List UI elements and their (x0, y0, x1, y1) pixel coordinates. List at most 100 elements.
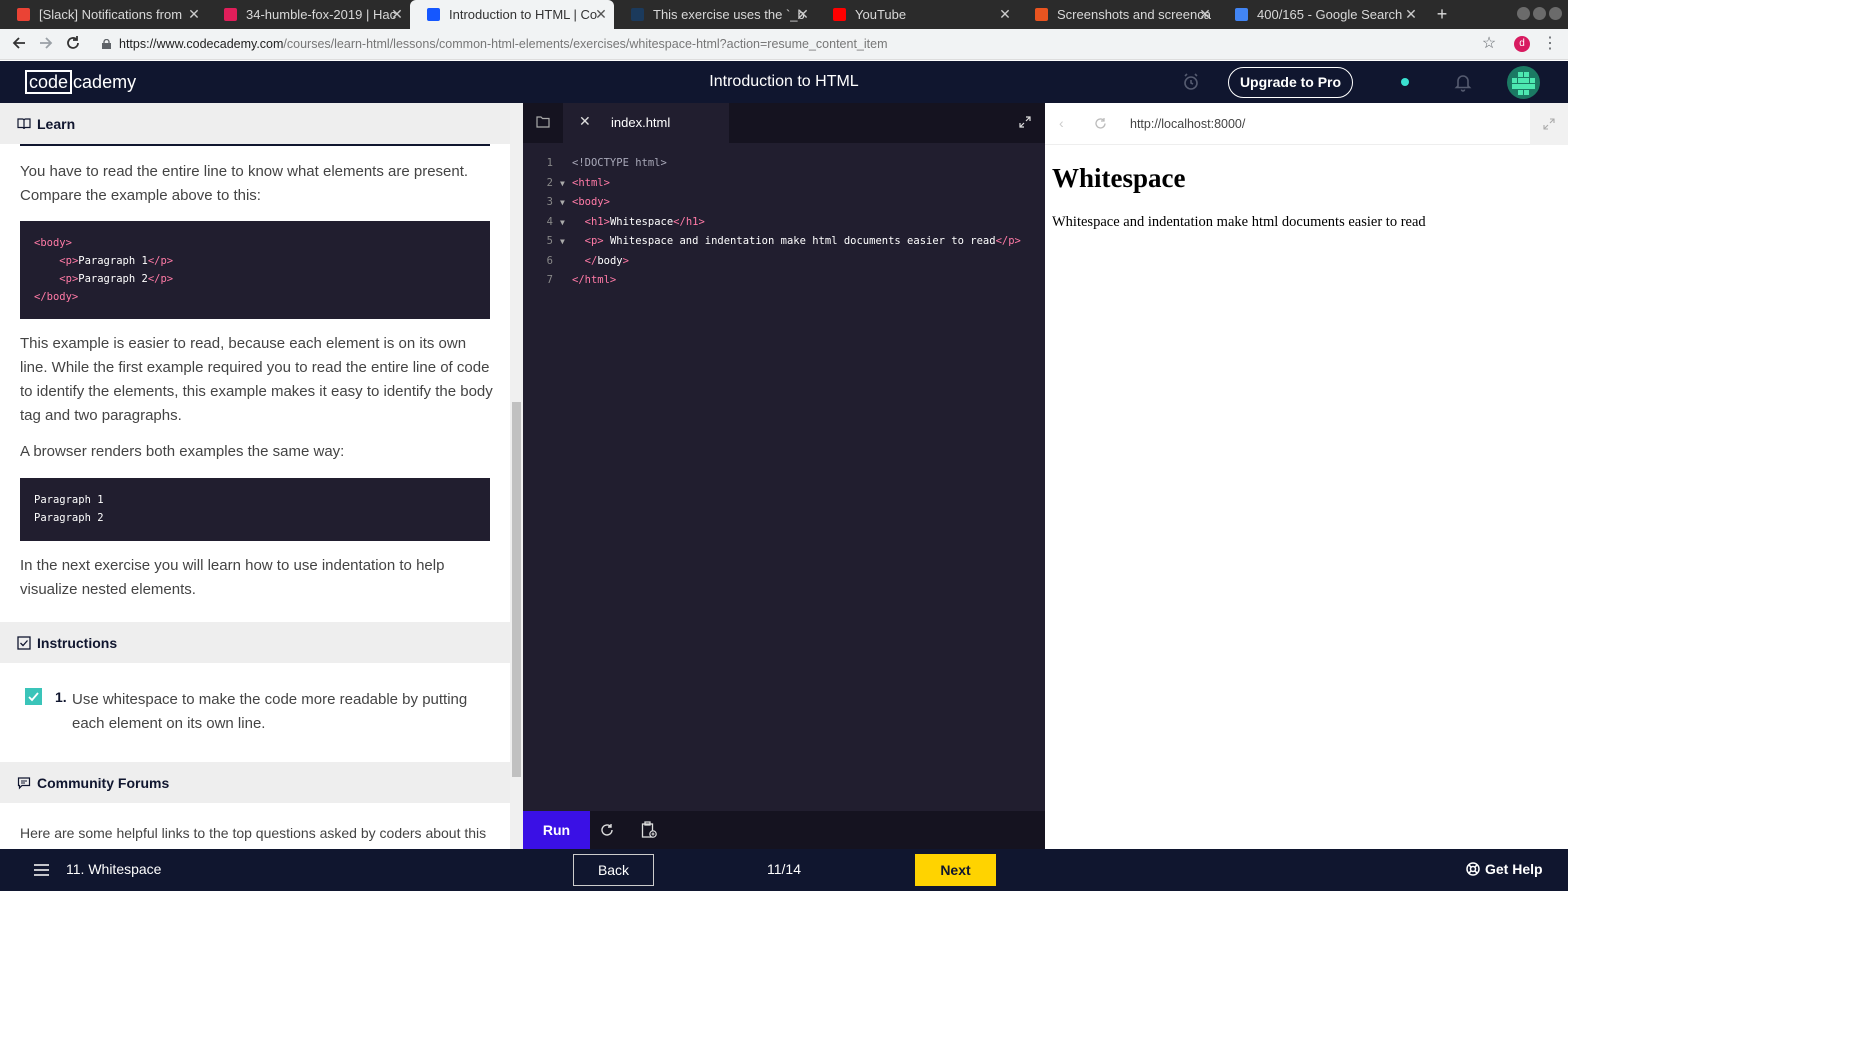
address-bar: https://www.codecademy.com/courses/learn… (0, 29, 1568, 60)
slack-icon (224, 8, 237, 21)
lesson-paragraph-3: A browser renders both examples the same… (20, 443, 345, 460)
code-tag: </body> (34, 291, 79, 303)
browser-tab-title: This exercise uses the `_b (653, 7, 805, 22)
preview-expand-button[interactable] (1530, 103, 1568, 145)
browser-tab[interactable]: 34-humble-fox-2019 | Hac ✕ (207, 0, 410, 29)
preview-url[interactable]: http://localhost:8000/ (1130, 117, 1245, 131)
browser-tab-title: 34-humble-fox-2019 | Hac (246, 7, 397, 22)
editor-line[interactable]: 4 ▼ <h1>Whitespace</h1> (523, 213, 1045, 233)
notification-bell-icon[interactable] (1453, 72, 1473, 92)
learn-header[interactable]: Learn (0, 103, 510, 144)
forward-arrow-icon[interactable] (37, 35, 55, 56)
browser-tab[interactable]: 400/165 - Google Search ✕ (1218, 0, 1424, 29)
browser-tab[interactable]: YouTube ✕ (816, 0, 1018, 29)
folder-icon[interactable] (536, 116, 550, 128)
code-text: Whitespace and indentation make html doc… (603, 235, 996, 247)
code-tag: </html> (572, 274, 617, 286)
tab-close-icon[interactable]: ✕ (390, 7, 404, 21)
tab-close-icon[interactable]: ✕ (187, 7, 201, 21)
preview-back-icon[interactable]: ‹ (1059, 115, 1064, 131)
tab-close-icon[interactable]: ✕ (1198, 7, 1212, 21)
lifebuoy-icon (1466, 862, 1480, 876)
bookmark-star-icon[interactable]: ☆ (1480, 35, 1498, 53)
editor-line[interactable]: 2 ▼ <html> (523, 174, 1045, 194)
minimize-button[interactable] (1517, 7, 1530, 20)
instructions-header[interactable]: Instructions (0, 622, 510, 663)
fold-arrow-icon[interactable]: ▼ (560, 213, 565, 233)
line-content: <p> Whitespace and indentation make html… (572, 232, 1021, 252)
code-text: <!DOCTYPE html> (572, 157, 667, 169)
tab-close-icon[interactable]: ✕ (594, 7, 608, 21)
editor-line[interactable]: 7 </html> (523, 271, 1045, 291)
code-tag: <p> (584, 235, 604, 247)
url-field[interactable]: https://www.codecademy.com/courses/learn… (119, 37, 888, 51)
close-window-button[interactable] (1549, 7, 1562, 20)
next-button[interactable]: Next (915, 854, 996, 886)
lesson-paragraph-1: You have to read the entire line to know… (20, 163, 469, 204)
browser-tab-title: Screenshots and screenca (1057, 7, 1211, 22)
copy-code-icon[interactable] (641, 821, 657, 839)
back-button[interactable]: Back (573, 854, 654, 886)
get-help-label: Get Help (1485, 861, 1543, 877)
hamburger-menu-icon[interactable] (34, 864, 49, 876)
browser-tab[interactable]: [Slack] Notifications from ✕ (0, 0, 207, 29)
code-text: Paragraph 2 (78, 273, 148, 285)
expand-icon[interactable] (1019, 116, 1031, 128)
profile-avatar[interactable]: d (1514, 36, 1530, 52)
editor-line[interactable]: 6 </body> (523, 252, 1045, 272)
lesson-title[interactable]: 11. Whitespace (66, 861, 161, 877)
reload-icon[interactable] (64, 35, 82, 56)
tab-close-icon[interactable]: ✕ (1404, 7, 1418, 21)
browser-tab[interactable]: Screenshots and screenca ✕ (1018, 0, 1218, 29)
editor-line[interactable]: 1 <!DOCTYPE html> (523, 154, 1045, 174)
preview-reload-icon[interactable] (1094, 117, 1107, 130)
community-forums-header[interactable]: Community Forums (0, 762, 510, 803)
editor-toolbar: Run (523, 811, 1045, 849)
learn-scrollbar-thumb[interactable] (512, 402, 521, 777)
code-tag: </p> (147, 273, 174, 285)
run-button[interactable]: Run (523, 811, 590, 849)
reset-icon[interactable] (600, 823, 614, 837)
check-icon (28, 692, 39, 702)
divider (20, 144, 490, 146)
instruction-text: Use whitespace to make the code more rea… (72, 691, 468, 732)
maximize-button[interactable] (1533, 7, 1546, 20)
line-content: <h1>Whitespace</h1> (572, 213, 705, 233)
code-example-2: Paragraph 1 Paragraph 2 (20, 478, 490, 541)
code-lines[interactable]: 1 <!DOCTYPE html> 2 ▼ <html> 3 ▼ <body> 4 ▼ <h1>W… (523, 154, 1045, 291)
upgrade-to-pro-button[interactable]: Upgrade to Pro (1228, 67, 1353, 98)
ubuntu-icon (1035, 8, 1048, 21)
file-tab-index-html[interactable]: ✕ index.html (563, 103, 729, 143)
browser-preview: ‹ http://localhost:8000/ Whitespace Whit… (1045, 103, 1568, 849)
line-content: <body> (572, 193, 610, 213)
editor-line[interactable]: 5 ▼ <p> Whitespace and indentation make h… (523, 232, 1045, 252)
fold-arrow-icon[interactable]: ▼ (560, 174, 565, 194)
chrome-menu-icon[interactable]: ⋮ (1541, 35, 1559, 53)
preview-heading: Whitespace (1052, 163, 1186, 193)
chat-bubble-icon (17, 776, 31, 789)
user-avatar[interactable] (1507, 66, 1540, 99)
back-arrow-icon[interactable] (10, 35, 28, 56)
checkbox-icon (17, 635, 31, 650)
code-text: Paragraph 1 (78, 255, 148, 267)
tab-close-icon[interactable]: ✕ (998, 7, 1012, 21)
new-tab-button[interactable]: + (1433, 4, 1451, 25)
code-line: </body> (34, 288, 476, 306)
alarm-clock-icon[interactable] (1181, 72, 1201, 92)
browser-tab[interactable]: Introduction to HTML | Co ✕ (410, 0, 614, 29)
editor-line[interactable]: 3 ▼ <body> (523, 193, 1045, 213)
lesson-footer: 11. Whitespace Back 11/14 Next Get Help (0, 849, 1568, 891)
code-line: <p>Paragraph 2</p> (34, 270, 476, 288)
fold-arrow-icon[interactable]: ▼ (560, 193, 565, 213)
codecademy-header: code cademy Introduction to HTML Upgrade … (0, 61, 1568, 103)
codecademy-logo[interactable]: code cademy (25, 70, 136, 94)
fold-arrow-icon[interactable]: ▼ (560, 232, 565, 252)
browser-tab[interactable]: This exercise uses the `_b ✕ (614, 0, 816, 29)
task-checkbox[interactable] (25, 688, 42, 705)
get-help-button[interactable]: Get Help (1466, 861, 1543, 877)
tab-close-icon[interactable]: ✕ (796, 7, 810, 21)
close-icon[interactable]: ✕ (579, 113, 591, 130)
line-number: 2 (546, 176, 553, 189)
youtube-icon (833, 8, 846, 21)
